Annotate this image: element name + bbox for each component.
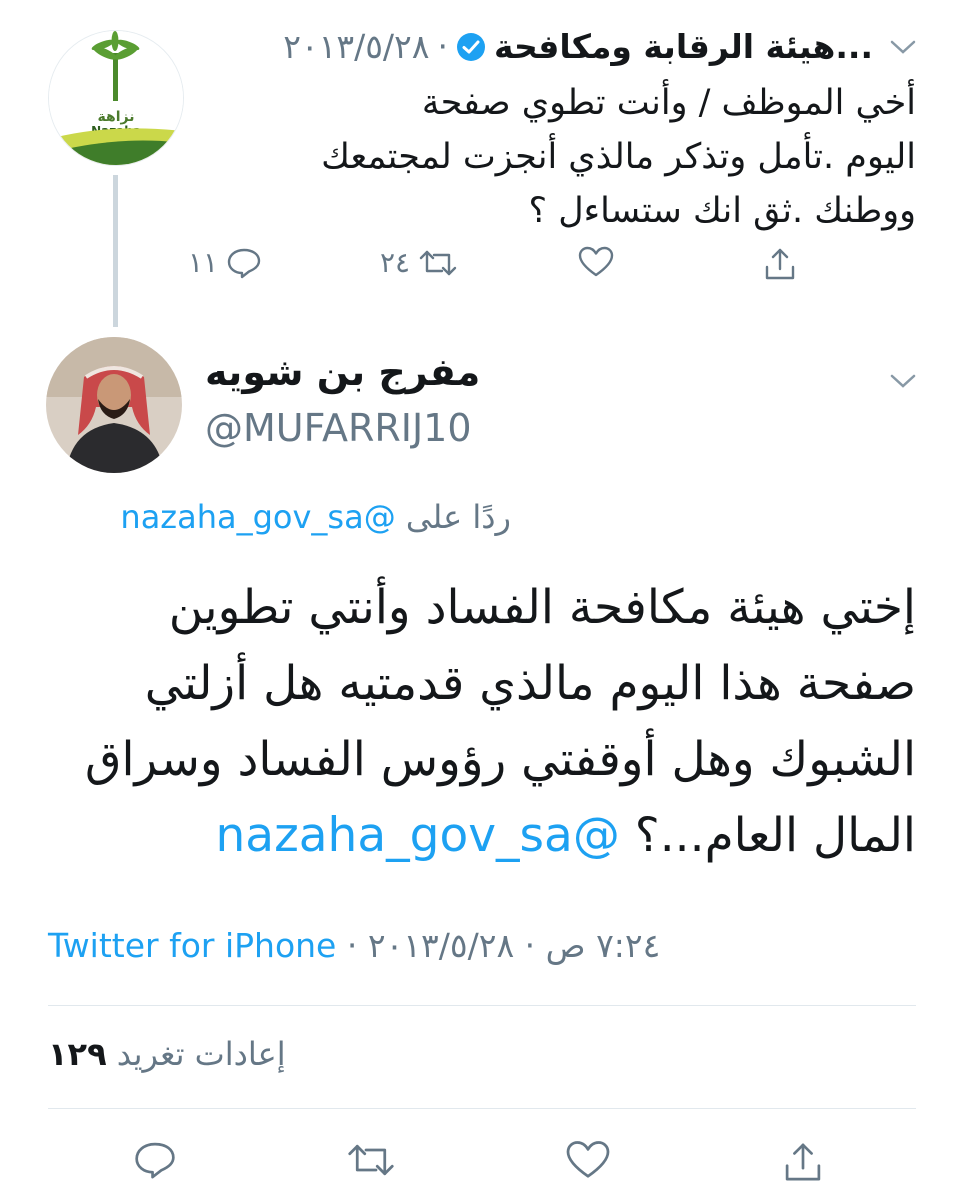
chevron-down-icon[interactable]: [888, 370, 918, 392]
chevron-down-icon[interactable]: [888, 36, 918, 58]
retweet-icon: [348, 1144, 394, 1176]
reply-prefix: ردًا على: [405, 498, 511, 536]
divider: [48, 1108, 916, 1109]
separator-dot: ·: [346, 926, 358, 965]
tweet-date[interactable]: ٢٠١٣/٥/٢٨: [283, 24, 429, 70]
separator-dot: ·: [437, 27, 449, 66]
retweets-summary[interactable]: إعادات تغريد ١٢٩: [48, 1035, 286, 1073]
tweet-date: ٢٠١٣/٥/٢٨: [367, 926, 515, 965]
nazaha-avatar[interactable]: نزاهة Nazaha: [48, 30, 184, 166]
author-handle[interactable]: @MUFARRIJ10: [205, 406, 472, 450]
share-button[interactable]: [781, 1140, 825, 1184]
parent-tweet-text: أخي الموظف / وأنت تطوي صفحة اليوم .تأمل …: [321, 83, 916, 231]
main-tweet-text: إختي هيئة مكافحة الفساد وأنتي تطوين صفحة…: [36, 570, 916, 874]
tweet-meta: Twitter for iPhone · ٢٠١٣/٥/٢٨ · ٧:٢٤ ص: [48, 926, 660, 965]
retweets-count: ١٢٩: [48, 1035, 107, 1073]
tweet-time: ٧:٢٤ ص: [545, 926, 661, 965]
like-button[interactable]: [565, 1140, 611, 1180]
like-icon: [566, 1141, 610, 1178]
retweet-count: ٢٤: [380, 246, 411, 279]
reply-count: ١١: [188, 246, 219, 279]
tweet-source-link[interactable]: Twitter for iPhone: [48, 926, 336, 965]
share-icon: [765, 248, 795, 280]
verified-icon: [457, 33, 485, 61]
nazaha-logo: نزاهة Nazaha: [49, 31, 183, 165]
share-icon: [785, 1143, 821, 1181]
user-avatar[interactable]: [46, 337, 182, 473]
retweets-label: إعادات تغريد: [116, 1035, 286, 1073]
reply-context: ردًا على @nazaha_gov_sa: [120, 498, 511, 536]
separator-dot: ·: [524, 926, 536, 965]
reply-button[interactable]: ١١: [188, 246, 262, 279]
like-button[interactable]: [578, 246, 614, 278]
divider: [48, 1005, 916, 1006]
reply-icon: [227, 248, 261, 278]
mention-link[interactable]: @nazaha_gov_sa: [216, 808, 620, 863]
reply-button[interactable]: [133, 1140, 177, 1180]
author-name[interactable]: هيئة الرقابة ومكافحة...: [494, 24, 873, 70]
like-icon: [578, 246, 614, 277]
retweet-button[interactable]: ٢٤: [380, 246, 458, 279]
logo-arabic-text: نزاهة: [98, 109, 135, 125]
retweet-icon: [419, 250, 457, 275]
author-name[interactable]: مفرج بن شويه: [205, 350, 480, 394]
parent-tweet-header: ٢٠١٣/٥/٢٨ · هيئة الرقابة ومكافحة...: [283, 24, 873, 70]
reply-icon: [135, 1142, 175, 1179]
retweet-button[interactable]: [346, 1140, 396, 1180]
user-photo: [46, 337, 182, 473]
reply-to-mention-link[interactable]: @nazaha_gov_sa: [120, 498, 395, 536]
share-button[interactable]: [762, 246, 798, 282]
thread-connector-line: [113, 175, 118, 327]
